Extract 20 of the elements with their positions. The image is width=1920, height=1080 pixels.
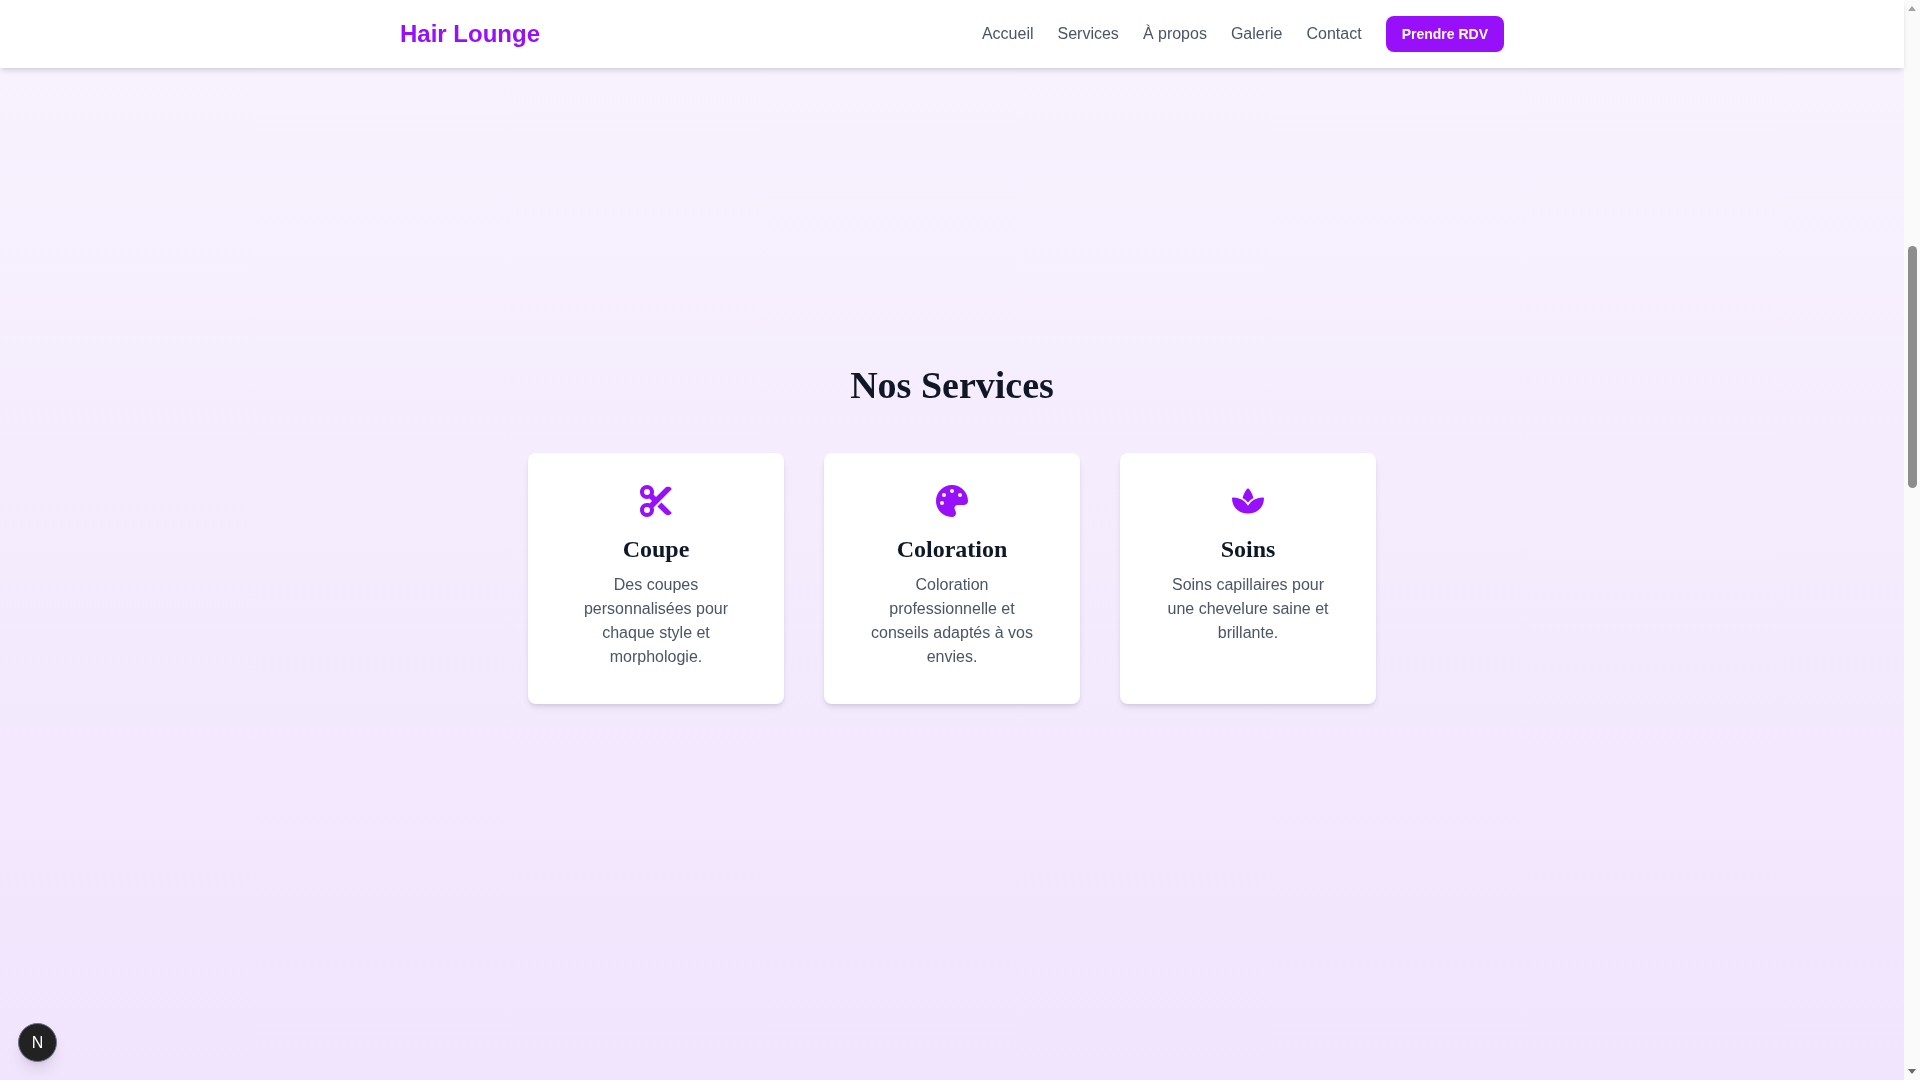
dev-tools-button[interactable]: N xyxy=(18,1023,57,1062)
scissors-icon xyxy=(640,485,672,517)
palette-icon xyxy=(936,485,968,517)
scroll-up-arrow-icon[interactable] xyxy=(1908,6,1916,11)
service-description: Des coupes personnalisées pour chaque style et morphologie. xyxy=(582,575,730,667)
service-description: Coloration professionnelle et conseils adaptés à vos envies. xyxy=(870,575,1034,667)
service-title: Soins xyxy=(1220,535,1276,564)
nav-link[interactable]: Services xyxy=(1057,22,1119,46)
book-appointment-button[interactable]: Prendre RDV xyxy=(1385,16,1504,52)
nav-link[interactable]: Galerie xyxy=(1230,22,1283,46)
scroll-down-arrow-icon[interactable] xyxy=(1908,1069,1916,1074)
service-title: Coloration xyxy=(896,535,1008,564)
scrollbar-thumb[interactable] xyxy=(1907,246,1917,488)
service-description: Soins capillaires pour une chevelure saine et brillante. xyxy=(1166,575,1330,643)
logo-link[interactable]: Hair Lounge xyxy=(400,18,540,50)
nav-link[interactable]: À propos xyxy=(1142,22,1207,46)
nav-link[interactable]: Contact xyxy=(1306,22,1362,46)
nav-link[interactable]: Accueil xyxy=(981,22,1034,46)
service-title: Coupe xyxy=(622,535,690,564)
section-heading: Nos Services xyxy=(850,363,1054,407)
